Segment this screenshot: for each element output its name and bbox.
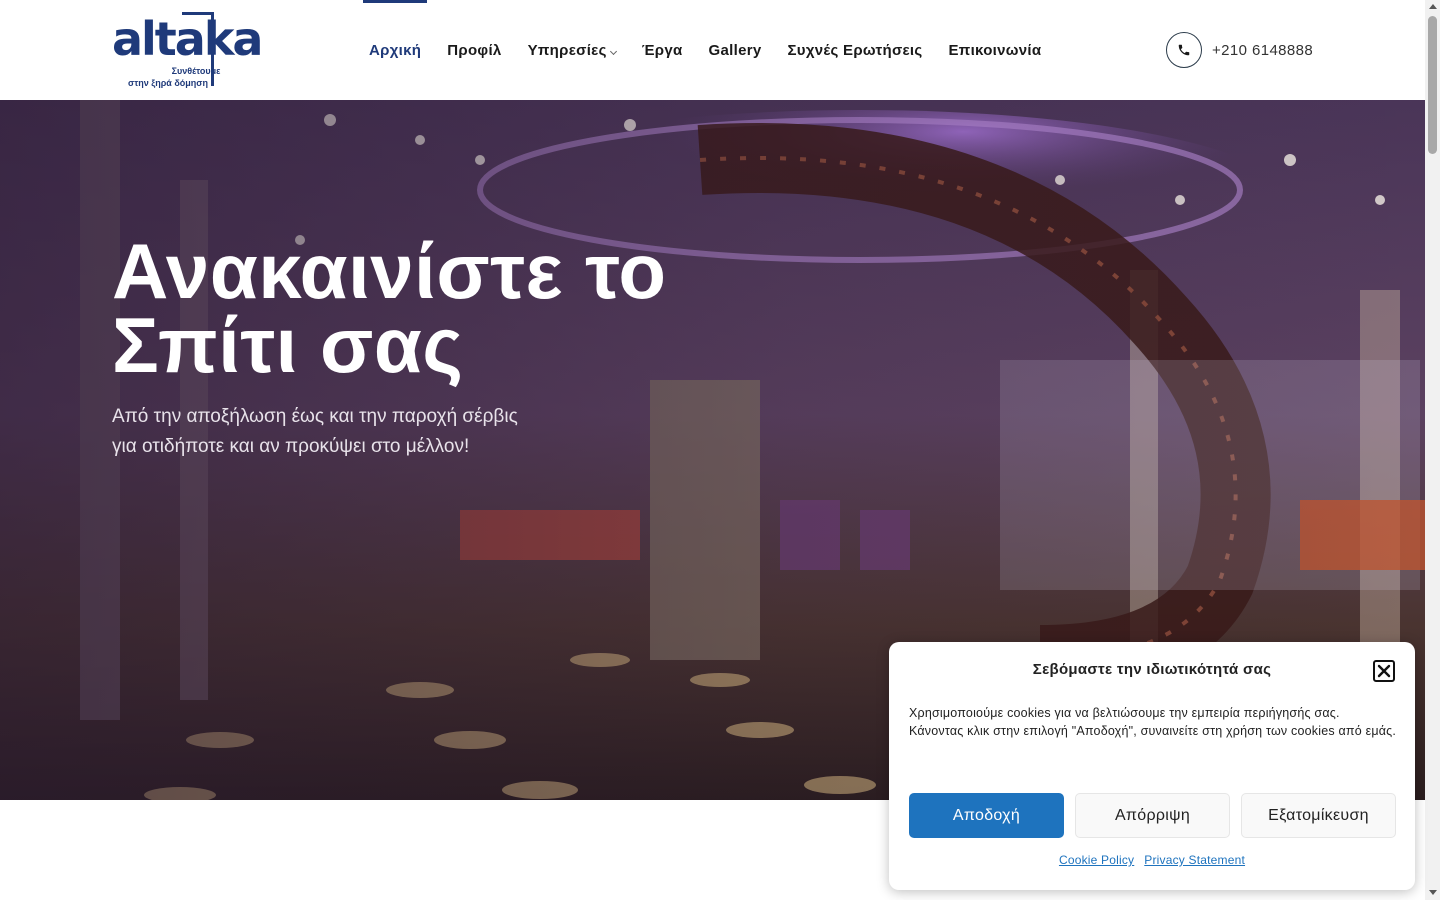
- hero-title-line2: Σπίτι σας: [112, 301, 464, 389]
- logo-wordmark: altaka: [112, 12, 263, 66]
- cookie-buttons: Αποδοχή Απόρριψη Εξατομίκευση: [909, 793, 1396, 838]
- scroll-thumb[interactable]: [1428, 16, 1437, 154]
- phone-contact[interactable]: +210 6148888: [1166, 32, 1313, 68]
- cookie-description: Χρησιμοποιούμε cookies για να βελτιώσουμ…: [909, 706, 1397, 738]
- nav-item-faq[interactable]: Συχνές Ερωτήσεις: [775, 0, 936, 100]
- hero-title: Ανακαινίστε το Σπίτι σας: [112, 232, 752, 384]
- nav-item-contact[interactable]: Επικοινωνία: [936, 0, 1055, 100]
- accept-button[interactable]: Αποδοχή: [909, 793, 1064, 838]
- scroll-down-arrow-icon[interactable]: [1429, 890, 1437, 895]
- nav-item-home[interactable]: Αρχική: [356, 0, 434, 100]
- customize-button[interactable]: Εξατομίκευση: [1241, 793, 1396, 838]
- cookie-policy-link[interactable]: Cookie Policy: [1059, 853, 1134, 867]
- reject-button[interactable]: Απόρριψη: [1075, 793, 1230, 838]
- nav-label: Υπηρεσίες: [527, 41, 607, 59]
- nav-item-gallery[interactable]: Gallery: [696, 0, 775, 100]
- privacy-statement-link[interactable]: Privacy Statement: [1144, 853, 1245, 867]
- chevron-down-icon: [609, 47, 617, 55]
- site-header: altaka Συνθέτουμε στην ξηρά δόμηση Αρχικ…: [0, 0, 1425, 100]
- hero-subtitle: Από την αποξήλωση έως και την παροχή σέρ…: [112, 406, 518, 457]
- site-logo[interactable]: altaka Συνθέτουμε στην ξηρά δόμηση: [112, 12, 263, 88]
- nav-item-services[interactable]: Υπηρεσίες: [515, 0, 629, 100]
- cookie-links: Cookie Policy Privacy Statement: [889, 853, 1415, 867]
- nav-label: Gallery: [708, 41, 762, 59]
- scroll-up-arrow-icon[interactable]: [1429, 4, 1437, 9]
- nav-label: Αρχική: [369, 41, 422, 59]
- cookie-consent-dialog: Σεβόμαστε την ιδιωτικότητά σας Χρησιμοπο…: [889, 642, 1415, 890]
- nav-label: Προφίλ: [447, 41, 502, 59]
- page-scrollbar[interactable]: [1425, 0, 1440, 900]
- nav-item-profile[interactable]: Προφίλ: [434, 0, 514, 100]
- nav-label: Επικοινωνία: [948, 41, 1042, 59]
- main-nav: Αρχική Προφίλ Υπηρεσίες Έργα Gallery Συχ…: [356, 0, 1054, 100]
- phone-icon: [1166, 32, 1202, 68]
- nav-item-projects[interactable]: Έργα: [629, 0, 696, 100]
- close-icon[interactable]: [1373, 660, 1395, 682]
- nav-label: Έργα: [641, 41, 683, 59]
- cookie-title: Σεβόμαστε την ιδιωτικότητά σας: [1032, 661, 1272, 678]
- nav-label: Συχνές Ερωτήσεις: [787, 41, 923, 59]
- logo-tagline-line1: Συνθέτουμε: [171, 66, 221, 76]
- logo-tagline-line2: στην ξηρά δόμηση: [128, 78, 208, 88]
- phone-number: +210 6148888: [1212, 41, 1314, 59]
